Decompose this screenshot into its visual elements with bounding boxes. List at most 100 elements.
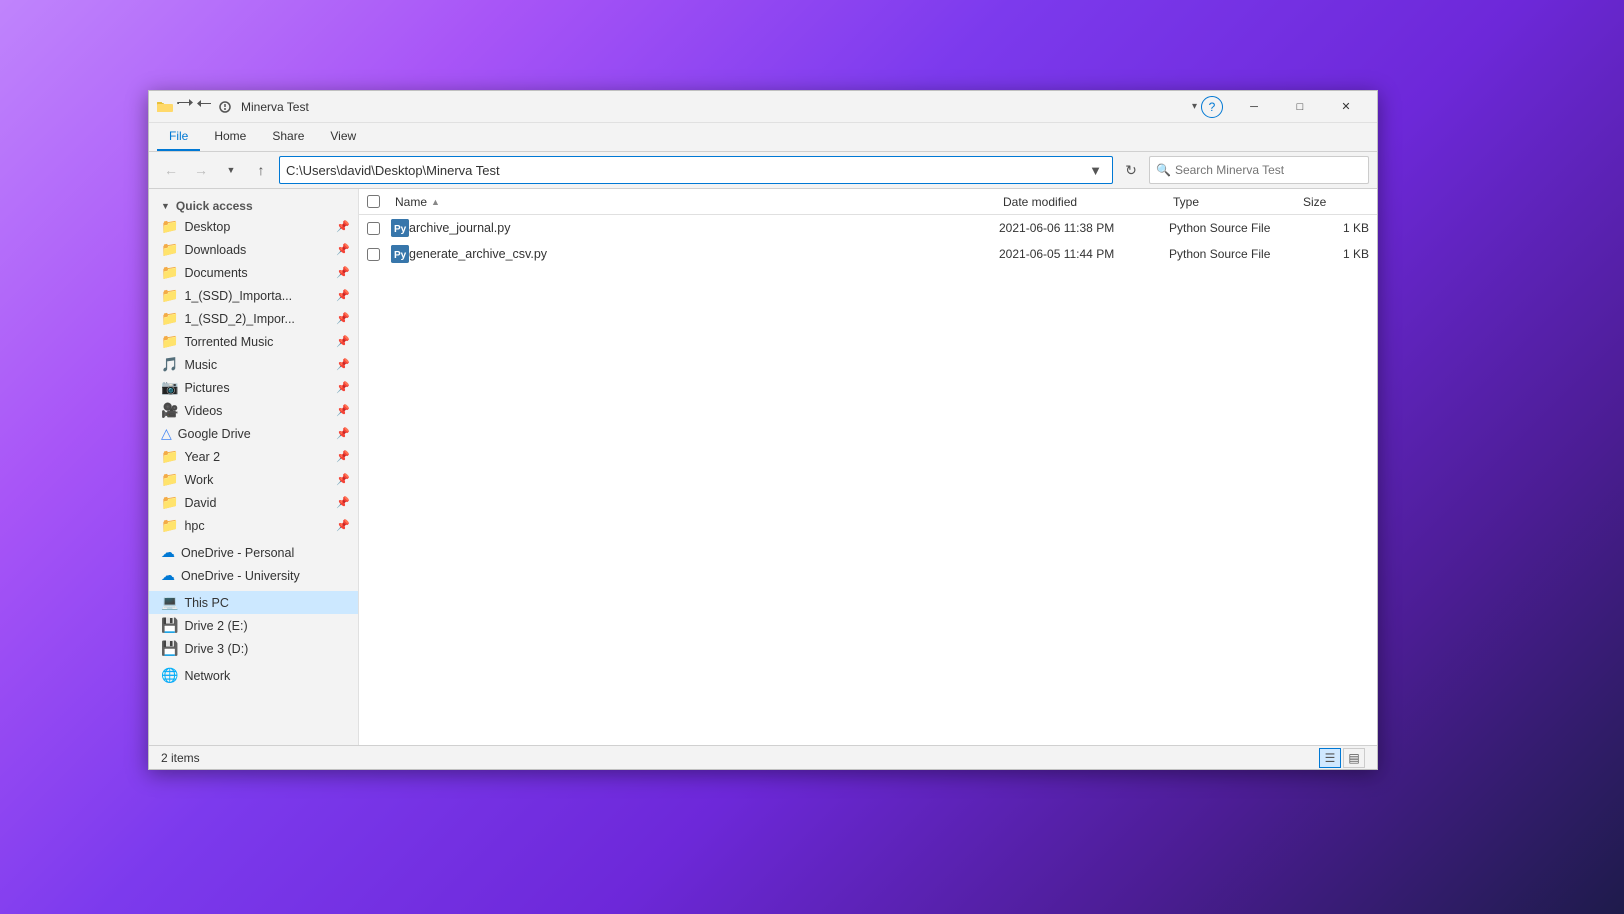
search-icon: 🔍	[1156, 163, 1171, 177]
sidebar-item-torrented[interactable]: 📁 Torrented Music 📌	[149, 330, 358, 353]
table-row[interactable]: Py archive_journal.py 2021-06-06 11:38 P…	[359, 215, 1377, 241]
select-all-input[interactable]	[367, 195, 380, 208]
sidebar-item-drive2[interactable]: 💾 Drive 2 (E:)	[149, 614, 358, 637]
drive2-icon: 💾	[161, 617, 178, 634]
videos-folder-icon: 🎥	[161, 402, 178, 419]
maximize-button[interactable]: □	[1277, 91, 1323, 123]
close-button[interactable]: ✕	[1323, 91, 1369, 123]
recent-locations-button[interactable]: ▼	[217, 156, 245, 184]
row-checkbox-1[interactable]	[367, 222, 391, 235]
sidebar-item-onedrive-university[interactable]: ☁ OneDrive - University	[149, 564, 358, 587]
onedrive-university-icon: ☁	[161, 567, 175, 584]
table-row[interactable]: Py generate_archive_csv.py 2021-06-05 11…	[359, 241, 1377, 267]
column-date-label: Date modified	[1003, 195, 1077, 209]
search-input[interactable]	[1175, 163, 1362, 177]
desktop-folder-icon: 📁	[161, 218, 178, 235]
list-view-button[interactable]: ☰	[1319, 748, 1341, 768]
sidebar-item-label: Desktop	[184, 220, 330, 234]
python-icon-svg: Py	[391, 219, 409, 237]
tab-view[interactable]: View	[318, 123, 368, 151]
svg-text:Py: Py	[394, 224, 407, 235]
file-name-2: generate_archive_csv.py	[409, 247, 999, 261]
sidebar-item-ssd2[interactable]: 📁 1_(SSD_2)_Impor... 📌	[149, 307, 358, 330]
address-input[interactable]	[286, 163, 1085, 178]
tab-home[interactable]: Home	[202, 123, 258, 151]
sidebar-item-david[interactable]: 📁 David 📌	[149, 491, 358, 514]
network-icon: 🌐	[161, 667, 178, 684]
quick-access-section[interactable]: ▼ Quick access	[149, 193, 358, 215]
pin-indicator: 📌	[336, 519, 350, 532]
back-arrow-icon	[177, 99, 193, 115]
select-all-checkbox[interactable]	[367, 195, 391, 208]
column-name[interactable]: Name ▲	[391, 189, 999, 214]
sidebar-item-label: Torrented Music	[184, 335, 330, 349]
sidebar-item-year2[interactable]: 📁 Year 2 📌	[149, 445, 358, 468]
pictures-folder-icon: 📷	[161, 379, 178, 396]
refresh-button[interactable]: ↻	[1117, 156, 1145, 184]
music-folder-icon: 🎵	[161, 356, 178, 373]
svg-text:Py: Py	[394, 250, 407, 261]
sort-arrow-icon: ▲	[431, 197, 440, 207]
row-checkbox-2[interactable]	[367, 248, 391, 261]
pin-indicator: 📌	[336, 381, 350, 394]
sidebar-item-label: Google Drive	[178, 427, 331, 441]
sidebar-item-drive3[interactable]: 💾 Drive 3 (D:)	[149, 637, 358, 660]
python-file-icon: Py	[391, 245, 409, 263]
documents-folder-icon: 📁	[161, 264, 178, 281]
sidebar-item-ssd1[interactable]: 📁 1_(SSD)_Importa... 📌	[149, 284, 358, 307]
sidebar-item-network[interactable]: 🌐 Network	[149, 664, 358, 687]
column-type[interactable]: Type	[1169, 189, 1299, 214]
ribbon-tabs: File Home Share View	[149, 123, 1377, 151]
expand-ribbon-icon[interactable]: ▾	[1192, 101, 1197, 112]
forward-button[interactable]: →	[187, 156, 215, 184]
sidebar-item-work[interactable]: 📁 Work 📌	[149, 468, 358, 491]
pin-indicator: 📌	[336, 473, 350, 486]
year2-folder-icon: 📁	[161, 448, 178, 465]
sidebar-item-downloads[interactable]: 📁 Downloads 📌	[149, 238, 358, 261]
up-button[interactable]: ↑	[247, 156, 275, 184]
david-folder-icon: 📁	[161, 494, 178, 511]
sidebar-item-documents[interactable]: 📁 Documents 📌	[149, 261, 358, 284]
column-size[interactable]: Size	[1299, 189, 1369, 214]
pin-indicator: 📌	[336, 289, 350, 302]
sidebar-item-onedrive-personal[interactable]: ☁ OneDrive - Personal	[149, 541, 358, 564]
sidebar-item-thispc[interactable]: 💻 This PC	[149, 591, 358, 614]
sidebar-item-label: Pictures	[184, 381, 330, 395]
tab-file[interactable]: File	[157, 123, 200, 151]
sidebar-item-pictures[interactable]: 📷 Pictures 📌	[149, 376, 358, 399]
sidebar-item-label: OneDrive - University	[181, 569, 350, 583]
address-dropdown-button[interactable]: ▼	[1085, 163, 1106, 178]
pin-indicator: 📌	[336, 450, 350, 463]
sidebar-item-label: Drive 2 (E:)	[184, 619, 350, 633]
pin-indicator: 📌	[336, 335, 350, 348]
help-button[interactable]: ?	[1201, 96, 1223, 118]
file-type-2: Python Source File	[1169, 247, 1299, 261]
quick-access-label: Quick access	[176, 199, 253, 213]
file-size-1: 1 KB	[1299, 221, 1369, 235]
row-check-input[interactable]	[367, 222, 380, 235]
hpc-folder-icon: 📁	[161, 517, 178, 534]
column-date[interactable]: Date modified	[999, 189, 1169, 214]
main-area: ▼ Quick access 📁 Desktop 📌 📁 Downloads 📌…	[149, 189, 1377, 745]
view-buttons: ☰ ▤	[1319, 748, 1365, 768]
details-view-button[interactable]: ▤	[1343, 748, 1365, 768]
row-check-input[interactable]	[367, 248, 380, 261]
sidebar-item-desktop[interactable]: 📁 Desktop 📌	[149, 215, 358, 238]
file-date-1: 2021-06-06 11:38 PM	[999, 221, 1169, 235]
minimize-button[interactable]: ─	[1231, 91, 1277, 123]
back-button[interactable]: ←	[157, 156, 185, 184]
pin-indicator: 📌	[336, 496, 350, 509]
sidebar-item-music[interactable]: 🎵 Music 📌	[149, 353, 358, 376]
python-icon-svg: Py	[391, 245, 409, 263]
tab-share[interactable]: Share	[260, 123, 316, 151]
sidebar-item-videos[interactable]: 🎥 Videos 📌	[149, 399, 358, 422]
file-name-1: archive_journal.py	[409, 221, 999, 235]
sidebar-item-label: OneDrive - Personal	[181, 546, 350, 560]
python-file-icon: Py	[391, 219, 409, 237]
sidebar-item-hpc[interactable]: 📁 hpc 📌	[149, 514, 358, 537]
sidebar-item-label: Documents	[184, 266, 330, 280]
sidebar-item-gdrive[interactable]: △ Google Drive 📌	[149, 422, 358, 445]
title-bar: Minerva Test ▾ ? ─ □ ✕	[149, 91, 1377, 123]
search-container: 🔍	[1149, 156, 1369, 184]
pin-indicator: 📌	[336, 404, 350, 417]
